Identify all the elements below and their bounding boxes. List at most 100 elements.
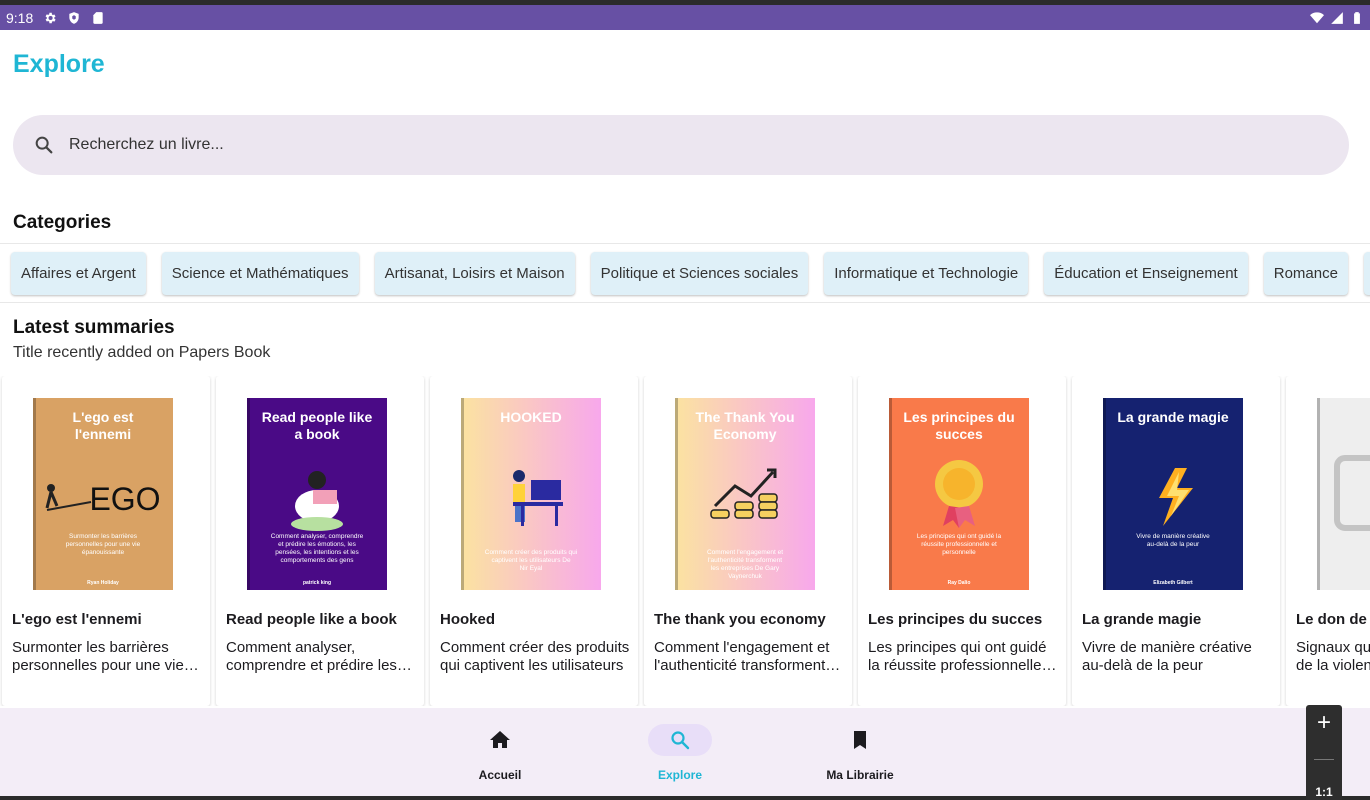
zoom-controls: + 1:1 [1306,705,1342,800]
shield-icon [69,11,79,24]
svg-text:l'authenticité transforment: l'authenticité transforment [708,557,782,564]
book-description: Les principes qui ont guidé la réussite … [868,639,1047,674]
zoom-in-button[interactable]: + [1306,709,1342,737]
svg-text:Economy: Economy [713,426,776,442]
svg-text:les entreprises De Gary: les entreprises De Gary [711,565,780,572]
device-bottom-edge [0,796,1370,800]
nav-pill [828,724,892,756]
book-cover[interactable]: Read people like a book Comment analyser, … [247,398,387,590]
book-description: Vivre de manière créative au-delà de la … [1082,639,1252,674]
search-input[interactable] [69,136,1269,154]
svg-text:a book: a book [294,426,339,442]
category-chip[interactable]: Science et Mathématiques [161,252,359,295]
book-cover-art: HOOKED Comment créer des produits quicapt… [461,398,601,590]
book-cover[interactable]: L'ego est l'ennemi EGO Surmonter les barriè… [33,398,173,590]
svg-text:Surmonter les barrières: Surmonter les barrières [69,533,138,540]
book-description: Comment analyser, comprendre et prédire … [226,639,397,674]
svg-text:Nir Eyal: Nir Eyal [520,565,543,572]
svg-text:Read people like: Read people like [262,409,373,425]
search-icon [671,731,690,750]
bottom-navigation: Accueil Explore Ma Librairie [0,708,1370,796]
category-chip-partial[interactable] [1363,252,1370,295]
svg-text:Vaynerchuk: Vaynerchuk [728,573,763,580]
status-time: 9:18 [6,9,34,26]
book-card[interactable]: Read people like a book Comment analyser, … [216,376,424,706]
category-chip[interactable]: Romance [1263,252,1348,295]
book-card[interactable]: L'ego est l'ennemi EGO Surmonter les barriè… [2,376,210,706]
svg-text:Ray Dalio: Ray Dalio [948,580,971,586]
cell-signal-icon [1331,11,1343,24]
book-card[interactable]: Le don de la peur Signaux qui nous protèg… [1286,376,1370,706]
svg-text:Les principes du: Les principes du [903,409,1014,425]
svg-text:Comment créer des produits qui: Comment créer des produits qui [485,549,578,556]
book-card[interactable]: HOOKED Comment créer des produits qui capt… [430,376,638,706]
book-cover[interactable]: La grande magie Vivre de manière créative… [1103,398,1243,590]
search-bar[interactable] [13,115,1349,175]
nav-item-explore[interactable]: Explore [620,708,740,796]
svg-text:patrick king: patrick king [303,580,331,586]
app-screen: 9:18 Explore Categories Affaires et Arge… [0,0,1370,800]
book-cover-art: La grande magie Vivre de manière créative… [1103,398,1243,590]
latest-summaries-subtitle: Title recently added on Papers Book [13,344,271,361]
book-cover[interactable]: HOOKED Comment créer des produits qui capt… [461,398,601,590]
nav-item-accueil[interactable]: Accueil [440,708,560,796]
svg-text:réussite professionnelle et: réussite professionnelle et [921,541,997,548]
svg-text:comportements des gens: comportements des gens [281,557,355,564]
zoom-reset-button[interactable]: 1:1 [1306,785,1342,799]
category-chip[interactable]: Artisanat, Loisirs et Maison [374,252,575,295]
wifi-icon [1310,11,1324,23]
book-title: Les principes du succes [868,611,1043,628]
zoom-out-button[interactable] [1314,759,1334,760]
svg-text:Les principes qui ont guidé la: Les principes qui ont guidé la [917,533,1002,540]
svg-text:pensées, les intentions et les: pensées, les intentions et les [275,549,359,556]
battery-icon [1354,11,1360,24]
nav-label-explore: Explore [657,768,702,782]
book-cover-art [1317,398,1370,590]
book-cover-art: The Thank YouEconomy Comment l'engagement… [675,398,815,590]
svg-text:au-delà de la peur: au-delà de la peur [1147,541,1200,548]
book-cover-art: Les principes dusucces Les principes qui … [889,398,1029,590]
bookmark-icon [854,731,866,749]
sd-card-icon [93,11,103,24]
home-icon [490,731,510,748]
book-card[interactable]: Les principes du succes Les principes qui … [858,376,1066,706]
svg-text:La grande magie: La grande magie [1117,409,1228,425]
category-list[interactable]: Affaires et Argent Science et Mathématiqu… [0,243,1370,303]
nav-label-ma-librairie: Ma Librairie [826,768,894,782]
svg-text:Elizabeth Gilbert: Elizabeth Gilbert [1153,580,1193,586]
svg-text:Comment l'engagement et: Comment l'engagement et [707,549,783,556]
book-title: The thank you economy [654,611,826,628]
book-carousel[interactable]: L'ego est l'ennemi EGO Surmonter les barriè… [0,376,1370,706]
nav-item-ma-librairie[interactable]: Ma Librairie [800,708,920,796]
book-cover[interactable] [1317,398,1370,590]
category-chip[interactable]: Informatique et Technologie [824,252,1029,295]
svg-text:l'ennemi: l'ennemi [75,426,131,442]
book-cover-art: Read people likea book Comment analyser, … [247,398,387,590]
status-bar: 9:18 [0,5,1370,30]
svg-text:captivent les utilisateurs De: captivent les utilisateurs De [491,557,571,564]
svg-text:Ryan Holiday: Ryan Holiday [87,580,119,586]
book-cover-art: L'ego estl'ennemi EGO Surmonter les barriè… [33,398,173,590]
svg-text:Comment analyser, comprendre: Comment analyser, comprendre [271,533,364,540]
book-title: La grande magie [1082,611,1202,628]
svg-text:et prédire les émotions, les: et prédire les émotions, les [278,541,356,548]
latest-summaries-heading: Latest summaries [13,317,175,338]
book-title: Le don de la peur [1296,611,1370,628]
search-icon [35,136,53,154]
categories-heading: Categories [13,212,112,233]
category-chip[interactable]: Politique et Sciences sociales [590,252,809,295]
nav-label-accueil: Accueil [478,768,522,782]
gear-icon [45,12,56,23]
book-description: Signaux qui nous protègent de la violenc… [1296,639,1370,674]
svg-text:épanouissante: épanouissante [82,549,125,556]
category-chip[interactable]: Éducation et Enseignement [1044,252,1248,295]
book-description: Comment créer des produits qui captivent… [440,639,630,674]
book-cover[interactable]: Les principes du succes Les principes qui … [889,398,1029,590]
book-description: Surmonter les barrières personnelles pou… [12,639,184,674]
book-title: Read people like a book [226,611,397,628]
book-card[interactable]: La grande magie Vivre de manière créative… [1072,376,1280,706]
category-chip[interactable]: Affaires et Argent [11,252,146,295]
book-cover[interactable]: The Thank You Economy Comment l'engagement… [675,398,815,590]
book-card[interactable]: The Thank You Economy Comment l'engagement… [644,376,852,706]
nav-pill-active [648,724,712,756]
